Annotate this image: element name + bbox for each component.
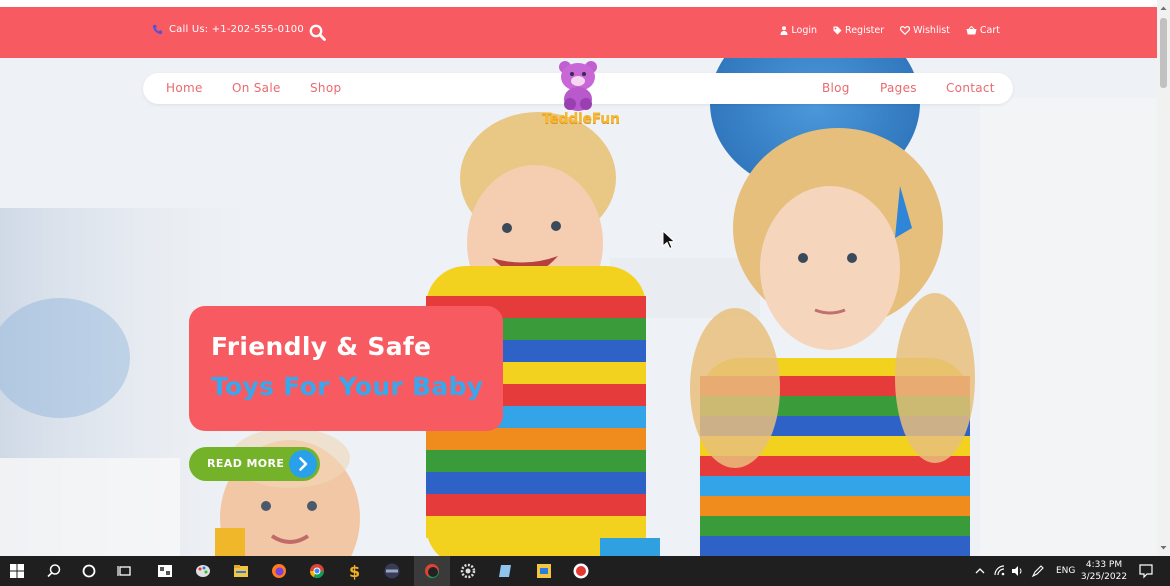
browser-viewport: Call Us: +1-202-555-0100 Login Register … (0, 0, 1157, 556)
nav-blog[interactable]: Blog (822, 81, 850, 95)
login-label: Login (791, 25, 818, 36)
dollar-app-icon[interactable]: $ (345, 562, 363, 580)
settings-gear-icon[interactable] (459, 562, 477, 580)
sticky-app-icon[interactable] (535, 562, 553, 580)
top-strip (0, 0, 1157, 7)
search-icon[interactable] (308, 23, 328, 43)
teddy-bear-icon (559, 61, 597, 111)
nav-home[interactable]: Home (166, 81, 203, 95)
promo-headline: Friendly & Safe (211, 332, 432, 361)
phone-icon (152, 24, 163, 35)
wishlist-link[interactable]: Wishlist (900, 25, 950, 36)
pen-icon[interactable] (1031, 564, 1045, 578)
volume-icon[interactable] (1010, 564, 1024, 578)
read-more-label: READ MORE (207, 457, 285, 470)
register-label: Register (845, 25, 885, 36)
chevron-up-icon[interactable] (973, 564, 987, 578)
read-more-button[interactable]: READ MORE (189, 447, 320, 481)
clock-time: 4:33 PM (1085, 560, 1123, 570)
paint-app-icon[interactable] (194, 562, 212, 580)
cart-label: Cart (979, 25, 1000, 36)
login-link[interactable]: Login (780, 25, 817, 36)
task-view-icon[interactable] (116, 562, 134, 580)
language-indicator[interactable]: ENG (1056, 566, 1075, 576)
nav-shop[interactable]: Shop (310, 81, 341, 95)
mouse-cursor-icon (662, 230, 676, 250)
wishlist-label: Wishlist (913, 25, 950, 36)
promo-subheadline: Toys For Your Baby (211, 372, 484, 401)
nav-pages[interactable]: Pages (880, 81, 917, 95)
user-icon (780, 26, 788, 35)
search-icon[interactable] (45, 562, 63, 580)
cortana-icon[interactable] (80, 562, 98, 580)
clock-date: 3/25/2022 (1080, 572, 1128, 582)
chevron-right-icon (299, 457, 308, 471)
top-bar: Call Us: +1-202-555-0100 Login Register … (0, 7, 1157, 58)
page-scrollbar[interactable] (1157, 0, 1170, 556)
call-us: Call Us: +1-202-555-0100 (152, 24, 304, 35)
media-app-icon[interactable] (383, 562, 401, 580)
read-more-arrow (289, 450, 317, 478)
call-us-text: Call Us: +1-202-555-0100 (169, 24, 304, 35)
taskbar: $ ENG 4:33 PM 3/25/2022 (0, 556, 1170, 586)
nav-on-sale[interactable]: On Sale (232, 81, 281, 95)
scroll-down-arrow-icon[interactable] (1157, 542, 1170, 554)
chrome-icon[interactable] (308, 562, 326, 580)
basket-icon (966, 26, 977, 35)
svg-text:$: $ (349, 562, 360, 580)
tag-icon (833, 26, 842, 35)
promo-card: Friendly & Safe Toys For Your Baby (189, 306, 503, 431)
record-icon[interactable] (572, 562, 590, 580)
active-browser-icon[interactable] (423, 562, 441, 580)
system-clock[interactable]: 4:33 PM 3/25/2022 (1078, 559, 1130, 583)
windows-start-icon[interactable] (8, 562, 26, 580)
firefox-icon[interactable] (270, 562, 288, 580)
photos-app-icon[interactable] (156, 562, 174, 580)
notepad-icon[interactable] (497, 562, 515, 580)
notification-center-icon[interactable] (1138, 563, 1154, 579)
logo-wordmark: TeddleFun (542, 111, 620, 127)
site-logo[interactable]: TeddleFun (538, 60, 620, 135)
scrollbar-thumb[interactable] (1160, 18, 1167, 88)
account-links: Login Register Wishlist Cart (780, 25, 1000, 36)
scroll-up-arrow-icon[interactable] (1157, 2, 1170, 14)
nav-contact[interactable]: Contact (946, 81, 995, 95)
file-explorer-icon[interactable] (232, 562, 250, 580)
wifi-icon[interactable] (993, 564, 1007, 578)
heart-icon (900, 26, 911, 35)
register-link[interactable]: Register (833, 25, 884, 36)
cart-link[interactable]: Cart (966, 25, 1000, 36)
